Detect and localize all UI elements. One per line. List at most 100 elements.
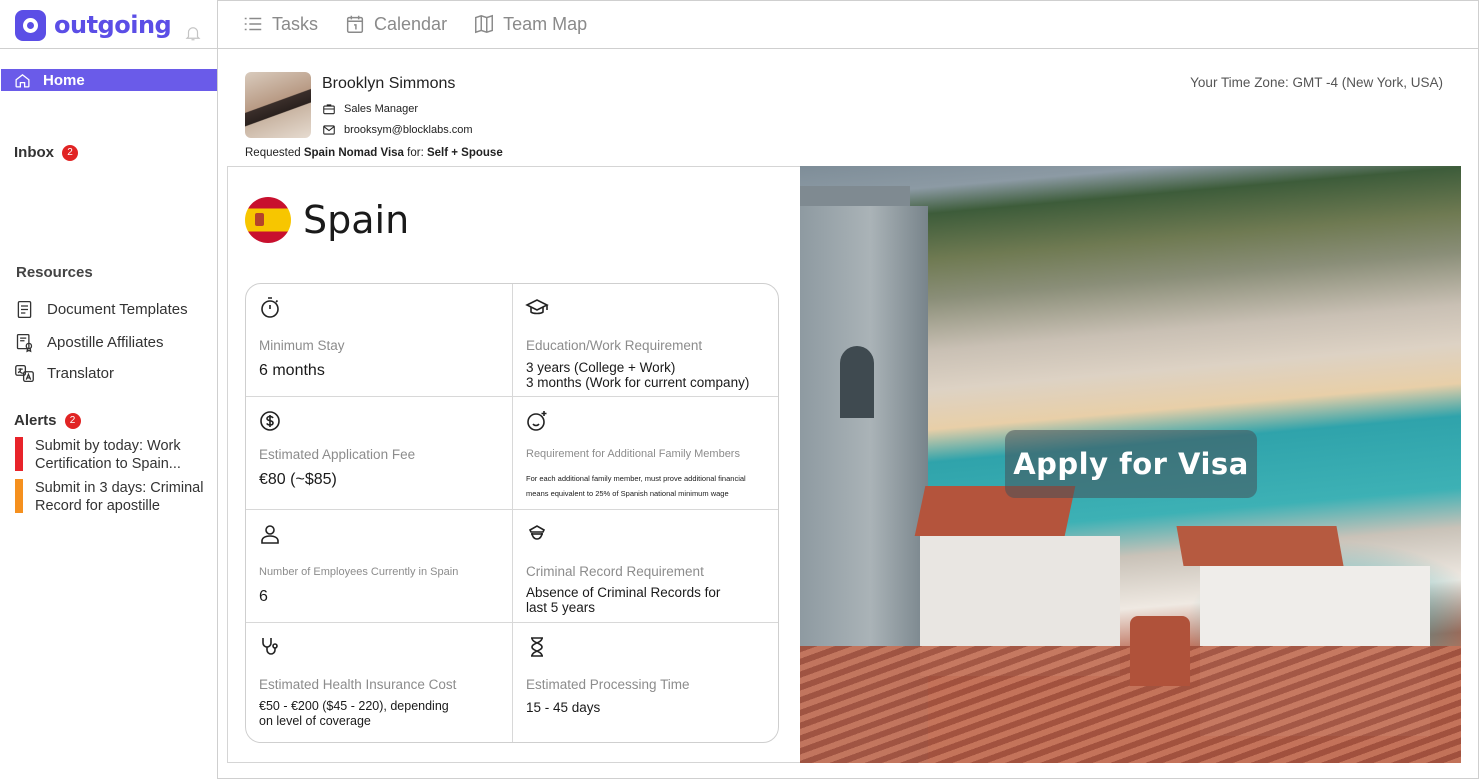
inbox-count-badge: 2 [62, 144, 78, 161]
tab-tasks[interactable]: Tasks [242, 13, 318, 35]
detail-employees-in-country: Number of Employees Currently in Spain 6 [246, 510, 513, 623]
top-navigation: Tasks Calendar Team Map [218, 0, 1479, 49]
sidebar-divider [0, 48, 218, 49]
detail-minimum-stay: Minimum Stay 6 months [246, 284, 513, 397]
detail-label: Estimated Processing Time [526, 677, 690, 692]
spain-flag-icon [245, 197, 291, 243]
detail-education-work: Education/Work Requirement 3 years (Coll… [513, 284, 778, 397]
alerts-heading: Alerts 2 [14, 412, 81, 429]
sidebar-item-label: Document Templates [47, 301, 188, 318]
tab-calendar[interactable]: Calendar [344, 13, 447, 35]
alert-item[interactable]: Submit in 3 days: Criminal Record for ap… [15, 479, 215, 515]
profile-title: Sales Manager [344, 103, 418, 115]
tab-team-map[interactable]: Team Map [473, 13, 587, 35]
detail-value-line: 3 years (College + Work) [526, 360, 676, 375]
country-photo: Apply for Visa [800, 166, 1461, 763]
detail-value: 6 [259, 588, 268, 605]
detail-value-line: Absence of Criminal Records for [526, 585, 721, 600]
request-mid: for: [403, 147, 427, 159]
country-name: Spain [303, 198, 410, 242]
request-for: Self + Spouse [426, 147, 503, 159]
translate-icon [15, 364, 34, 383]
detail-label: Estimated Application Fee [259, 447, 416, 462]
dollar-coin-icon [260, 411, 280, 431]
detail-value: 3 years (College + Work) 3 months (Work … [526, 360, 749, 390]
person-icon [261, 525, 279, 544]
detail-criminal-record: Criminal Record Requirement Absence of C… [513, 510, 778, 623]
request-visa: Spain Nomad Visa [303, 147, 404, 159]
tab-label: Team Map [503, 13, 588, 34]
sidebar-item-translator[interactable]: Translator [14, 363, 114, 384]
briefcase-icon [323, 104, 335, 115]
country-header: Spain [245, 197, 409, 243]
logo-mark-icon [15, 9, 46, 41]
detail-value: €50 - €200 ($45 - 220), depending on lev… [259, 699, 449, 729]
sidebar-item-label: Home [43, 71, 85, 89]
tab-label: Calendar [374, 13, 448, 34]
detail-label: Education/Work Requirement [526, 338, 703, 353]
visa-details-grid: Minimum Stay 6 months Education/Work Req… [245, 283, 779, 743]
alerts-label: Alerts [14, 412, 57, 429]
alert-text: Submit by today: Work Certification to S… [35, 438, 181, 472]
sidebar-item-label: Translator [47, 365, 114, 382]
detail-value: 15 - 45 days [526, 700, 601, 715]
detail-label: Estimated Health Insurance Cost [259, 677, 457, 692]
detail-label: Minimum Stay [259, 338, 345, 353]
detail-value-line: last 5 years [526, 600, 596, 615]
calendar-icon [346, 15, 364, 33]
sidebar-item-apostille-affiliates[interactable]: Apostille Affiliates [14, 332, 163, 353]
apply-for-visa-button[interactable]: Apply for Visa [1005, 430, 1257, 498]
detail-family-members: Requirement for Additional Family Member… [513, 397, 778, 510]
alert-urgency-bar [15, 437, 23, 471]
sidebar-item-document-templates[interactable]: Document Templates [14, 299, 188, 320]
detail-value-line: €50 - €200 ($45 - 220), depending [259, 699, 449, 713]
photo-dome [1130, 616, 1190, 686]
alerts-count-badge: 2 [64, 412, 81, 429]
detail-application-fee: Estimated Application Fee €80 (~$85) [246, 397, 513, 510]
sidebar-item-inbox[interactable]: Inbox 2 [14, 144, 78, 161]
visa-request-summary: Requested Spain Nomad Visa for: Self + S… [245, 147, 503, 159]
sidebar-item-label: Apostille Affiliates [47, 334, 164, 351]
photo-tower-window [840, 346, 874, 418]
brand-logo[interactable]: outgoing [15, 9, 172, 41]
detail-health-insurance: Estimated Health Insurance Cost €50 - €2… [246, 623, 513, 742]
detail-value-line: For each additional family member, must … [526, 474, 746, 483]
police-icon [528, 525, 546, 540]
map-icon [475, 14, 494, 34]
smiley-plus-icon [527, 411, 547, 431]
stethoscope-icon [262, 638, 278, 655]
stopwatch-icon [261, 297, 279, 318]
bell-icon[interactable] [184, 24, 202, 42]
list-icon [244, 17, 262, 31]
detail-processing-time: Estimated Processing Time 15 - 45 days [513, 623, 778, 742]
mail-icon [323, 125, 335, 135]
request-prefix: Requested [245, 147, 304, 159]
document-icon [17, 300, 32, 319]
detail-label: Number of Employees Currently in Spain [259, 566, 459, 578]
detail-value: Absence of Criminal Records for last 5 y… [526, 585, 720, 615]
avatar [245, 72, 311, 138]
detail-value: For each additional family member, must … [526, 471, 746, 501]
brand-name: outgoing [54, 11, 172, 39]
inbox-label: Inbox [14, 144, 54, 161]
profile-email-row: brooksym@blocklabs.com [322, 123, 473, 137]
profile-name: Brooklyn Simmons [322, 75, 456, 92]
alert-urgency-bar [15, 479, 23, 513]
graduation-cap-icon [525, 299, 549, 315]
profile-email[interactable]: brooksym@blocklabs.com [344, 124, 473, 136]
detail-value-line: on level of coverage [259, 714, 371, 728]
detail-value: 6 months [259, 362, 325, 379]
detail-label: Criminal Record Requirement [526, 564, 704, 579]
detail-value-line: 3 months (Work for current company) [526, 375, 750, 390]
detail-value: €80 (~$85) [259, 471, 337, 488]
timezone-label: Your Time Zone: GMT -4 (New York, USA) [1190, 75, 1443, 90]
alert-item[interactable]: Submit by today: Work Certification to S… [15, 437, 215, 473]
tab-label: Tasks [272, 13, 319, 34]
detail-label: Requirement for Additional Family Member… [526, 448, 740, 460]
detail-value-line: means equivalent to 25% of Spanish natio… [526, 489, 729, 498]
profile-title-row: Sales Manager [322, 102, 418, 116]
sidebar: outgoing Home Inbox 2 Resources Document… [0, 0, 218, 779]
resources-heading: Resources [16, 264, 93, 281]
certificate-icon [16, 333, 33, 353]
sidebar-item-home[interactable]: Home [1, 69, 217, 91]
